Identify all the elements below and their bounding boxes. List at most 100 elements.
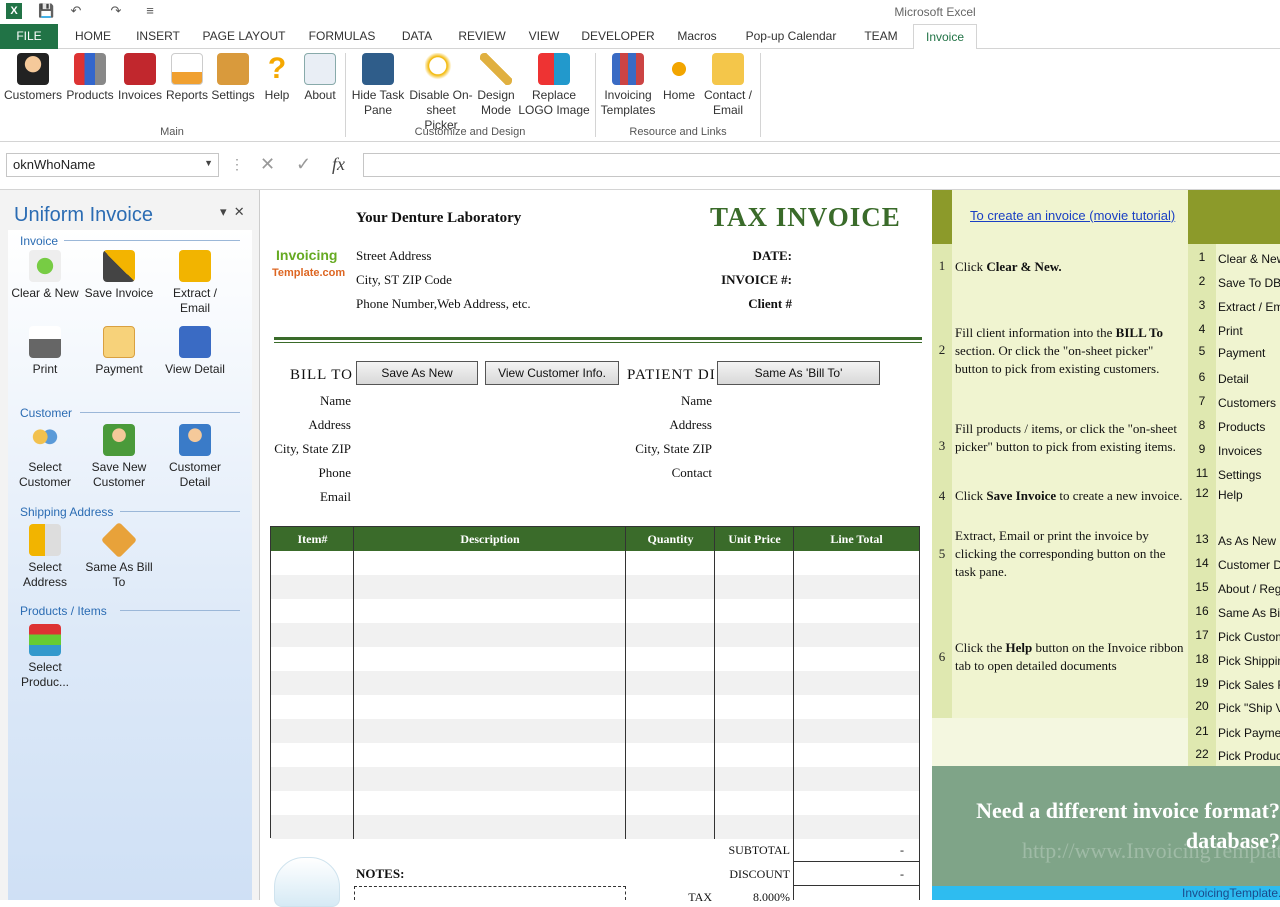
save-invoice-icon <box>103 250 135 282</box>
select-customer-button[interactable]: Select Customer <box>8 424 82 490</box>
more-options-icon[interactable]: ⋮ <box>230 154 244 174</box>
shortcut-label[interactable]: Detail <box>1218 372 1249 386</box>
col-description: Description <box>354 527 626 551</box>
logo-top: Invoicing <box>276 247 338 263</box>
formula-input[interactable] <box>363 153 1280 177</box>
tab-data[interactable]: DATA <box>392 24 442 49</box>
table-row[interactable] <box>271 815 919 839</box>
tab-home[interactable]: HOME <box>66 24 120 49</box>
shortcut-label[interactable]: Same As Bill To <box>1218 606 1280 620</box>
customer-detail-button[interactable]: Customer Detail <box>158 424 232 490</box>
save-invoice-button[interactable]: Save Invoice <box>82 250 156 301</box>
tab-insert[interactable]: INSERT <box>130 24 186 49</box>
shortcut-label[interactable]: Invoices <box>1218 444 1262 458</box>
payment-button[interactable]: Payment <box>82 326 156 377</box>
products-button[interactable]: Products <box>64 51 116 103</box>
help-step-2: Fill client information into the BILL To… <box>955 325 1164 376</box>
shortcut-label[interactable]: Pick Payment <box>1218 726 1280 740</box>
street-address[interactable]: Street Address <box>356 248 431 264</box>
shortcut-label[interactable]: Settings <box>1218 468 1261 482</box>
shortcut-label[interactable]: Extract / Email <box>1218 300 1280 314</box>
shortcut-label[interactable]: Products <box>1218 420 1265 434</box>
shortcut-label[interactable]: Print <box>1218 324 1243 338</box>
company-name: Your Denture Laboratory <box>356 210 522 226</box>
shortcut-label[interactable]: About / Register <box>1218 582 1280 596</box>
shortcut-label[interactable]: Clear & New <box>1218 252 1280 266</box>
tab-invoice[interactable]: Invoice <box>913 24 977 50</box>
view-customer-info-button[interactable]: View Customer Info. <box>485 361 619 385</box>
city-state-zip[interactable]: City, ST ZIP Code <box>356 272 452 288</box>
tab-macros[interactable]: Macros <box>668 24 726 49</box>
help-button[interactable]: ? Help <box>258 51 296 103</box>
extract-email-button[interactable]: Extract / Email <box>158 250 232 316</box>
customize-qat-icon[interactable]: ≡ <box>142 3 158 19</box>
shortcut-label[interactable]: Pick Shipping <box>1218 654 1280 668</box>
contact-line[interactable]: Phone Number,Web Address, etc. <box>356 296 531 312</box>
tab-page-layout[interactable]: PAGE LAYOUT <box>196 24 292 49</box>
invoices-button[interactable]: Invoices <box>116 51 164 103</box>
design-mode-button[interactable]: Design Mode <box>474 51 518 118</box>
insert-function-icon[interactable]: fx <box>332 154 345 174</box>
movie-tutorial-link[interactable]: To create an invoice (movie tutorial) <box>970 208 1175 223</box>
save-icon[interactable]: 💾 <box>38 3 54 19</box>
help-step-6: Click the Help button on the Invoice rib… <box>955 640 1184 673</box>
clear-new-button[interactable]: Clear & New <box>8 250 82 301</box>
save-new-customer-button[interactable]: Save New Customer <box>82 424 156 490</box>
redo-icon[interactable]: ↷ <box>108 3 124 19</box>
tab-popup-calendar[interactable]: Pop-up Calendar <box>736 24 846 49</box>
tax-rate[interactable]: 8.000% <box>730 890 790 905</box>
same-as-bill-to-button[interactable]: Same As Bill To <box>82 521 156 590</box>
shortcut-label[interactable]: Pick Product <box>1218 749 1280 763</box>
chevron-down-icon[interactable]: ▼ <box>204 158 213 168</box>
hide-task-pane-button[interactable]: Hide Task Pane <box>348 51 408 118</box>
table-row[interactable] <box>271 671 919 695</box>
select-product-button[interactable]: Select Produc... <box>8 624 82 690</box>
same-as-bill-to-button[interactable]: Same As 'Bill To' <box>717 361 880 385</box>
table-row[interactable] <box>271 719 919 743</box>
section-shipping: Shipping Address <box>20 505 114 519</box>
customers-button[interactable]: Customers <box>2 51 64 103</box>
tab-file[interactable]: FILE <box>0 24 58 49</box>
tab-developer[interactable]: DEVELOPER <box>576 24 660 49</box>
name-box[interactable]: oknWhoName ▼ <box>6 153 219 177</box>
tab-team[interactable]: TEAM <box>856 24 906 49</box>
shortcut-label[interactable]: Save To DB <box>1218 276 1280 290</box>
table-row[interactable] <box>271 623 919 647</box>
reports-button[interactable]: Reports <box>164 51 210 103</box>
shortcut-label[interactable]: As As New <box>1218 534 1276 548</box>
cancel-icon[interactable]: ✕ <box>260 154 275 174</box>
close-icon[interactable]: ✕ <box>234 204 245 219</box>
tab-formulas[interactable]: FORMULAS <box>302 24 382 49</box>
disable-picker-button[interactable]: Disable On-sheet Picker <box>408 51 474 133</box>
notes-box[interactable] <box>354 886 626 900</box>
invoicing-templates-button[interactable]: Invoicing Templates <box>598 51 658 118</box>
shortcut-label[interactable]: Pick "Ship Via" <box>1218 701 1280 715</box>
shortcut-label[interactable]: Payment <box>1218 346 1265 360</box>
shortcut-label[interactable]: Pick Customer <box>1218 630 1280 644</box>
replace-logo-button[interactable]: Replace LOGO Image <box>518 51 590 118</box>
shortcut-label[interactable]: Customer Detail <box>1218 558 1280 572</box>
print-button[interactable]: Print <box>8 326 82 377</box>
help-panel: To create an invoice (movie tutorial) 1 … <box>932 190 1280 900</box>
table-row[interactable] <box>271 767 919 791</box>
shortcut-label[interactable]: Help <box>1218 488 1243 502</box>
question-mark-icon: ? <box>267 52 287 85</box>
patient-name-label: Name <box>680 393 712 408</box>
shortcut-number: 22 <box>1195 747 1209 761</box>
shortcut-label[interactable]: Pick Sales Rep <box>1218 678 1280 692</box>
enter-check-icon[interactable]: ✓ <box>296 154 311 174</box>
view-detail-button[interactable]: View Detail <box>158 326 232 377</box>
undo-icon[interactable]: ↶ <box>68 3 84 19</box>
pane-options-icon[interactable]: ▾ <box>220 204 227 219</box>
shortcut-label[interactable]: Customers <box>1218 396 1276 410</box>
save-as-new-button[interactable]: Save As New <box>356 361 478 385</box>
bill-name-label: Name <box>319 393 351 408</box>
tab-view[interactable]: VIEW <box>522 24 566 49</box>
tab-review[interactable]: REVIEW <box>452 24 512 49</box>
about-button[interactable]: About <box>298 51 342 103</box>
select-address-button[interactable]: Select Address <box>8 524 82 590</box>
contact-email-button[interactable]: Contact / Email <box>700 51 756 118</box>
home-button[interactable]: Home <box>658 51 700 103</box>
settings-button[interactable]: Settings <box>210 51 256 103</box>
table-row[interactable] <box>271 575 919 599</box>
